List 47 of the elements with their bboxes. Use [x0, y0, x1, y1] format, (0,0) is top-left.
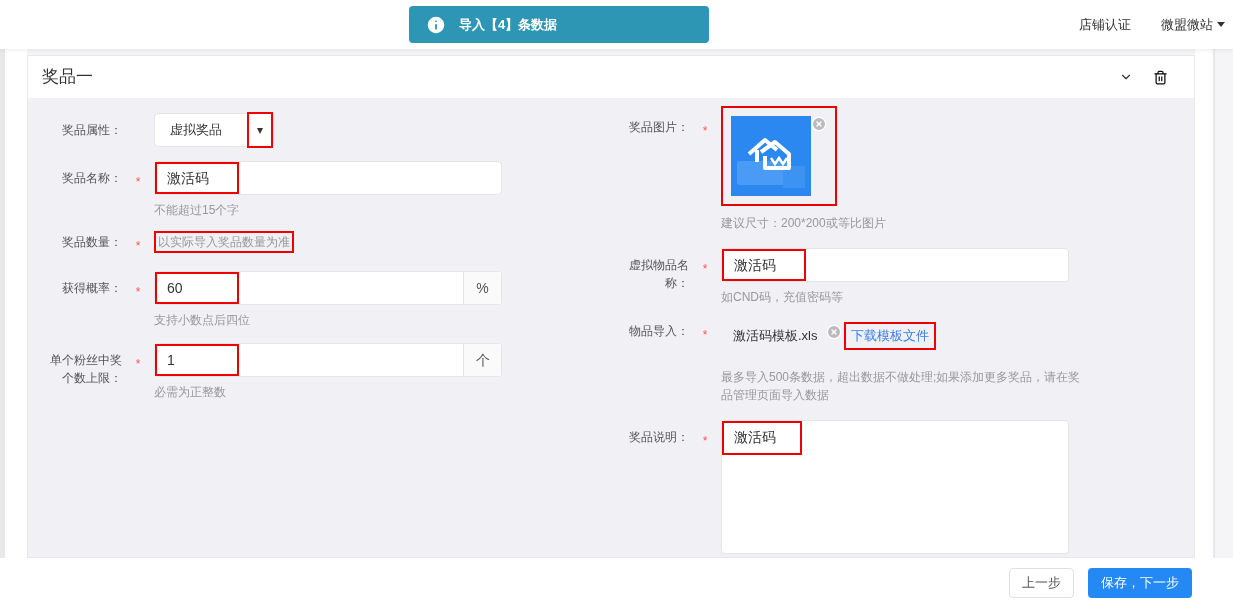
required-asterisk: *	[702, 124, 708, 138]
prize-type-select[interactable]: 虚拟奖品 ▾	[154, 113, 274, 147]
nav-link[interactable]: 微盟微站	[1161, 14, 1225, 35]
field-label: 单个粉丝中奖个数上限：	[49, 352, 122, 387]
input-field[interactable]: 60 %	[154, 271, 502, 305]
hint-text: 如CND码，充值密码等	[721, 290, 843, 304]
field-label: 奖品图片：	[628, 119, 689, 136]
description-field[interactable]: 激活码	[721, 419, 1069, 554]
save-next-button[interactable]: 保存，下一步	[1088, 568, 1192, 598]
field-label: 虚拟物品名称：	[628, 257, 689, 292]
field-value: 1	[155, 344, 239, 376]
required-asterisk: *	[135, 357, 141, 371]
hint-text: 最多导入500条数据，超出数据不做处理;如果添加更多奖品，请在奖品管理页面导入数据	[721, 369, 1081, 402]
nav-link[interactable]: 店铺认证	[1079, 14, 1131, 35]
back-button[interactable]: 上一步	[1009, 568, 1074, 598]
unit-addon: 个	[463, 344, 501, 376]
required-asterisk: *	[702, 328, 708, 342]
hint-text: 必需为正整数	[154, 385, 226, 399]
required-asterisk: *	[702, 433, 708, 448]
field-label: 物品导入：	[628, 323, 689, 340]
required-asterisk: *	[702, 262, 708, 276]
download-template-link[interactable]: 下载模板文件	[843, 322, 936, 350]
required-asterisk: *	[135, 239, 141, 253]
field-label: 奖品属性：	[61, 122, 122, 139]
hint-text: 不能超过15个字	[154, 203, 240, 217]
panel-title: 奖品一	[42, 66, 93, 89]
input-field[interactable]: 激活码	[154, 161, 502, 195]
input-field[interactable]: 1 个	[154, 343, 502, 377]
field-label: 奖品名称：	[61, 170, 122, 187]
file-name: 激活码模板.xls	[732, 327, 818, 345]
unit-addon: %	[463, 272, 501, 304]
toast-text: 导入【4】条数据	[459, 15, 558, 34]
field-value: 60	[155, 272, 239, 304]
field-value: 激活码	[722, 420, 802, 455]
hint-text: 建议尺寸：200*200或等比图片	[721, 216, 886, 230]
field-label: 奖品数量：	[61, 234, 122, 251]
field-value: 激活码	[155, 162, 239, 194]
delete-icon[interactable]	[1153, 69, 1168, 85]
info-icon	[425, 13, 447, 36]
field-value: 激活码	[722, 249, 806, 281]
input-field[interactable]: 激活码	[721, 248, 1069, 282]
required-asterisk: *	[135, 285, 141, 299]
hint-text: 以实际导入奖品数量为准	[154, 231, 294, 253]
field-label: 奖品说明：	[628, 428, 689, 446]
required-asterisk: *	[135, 175, 141, 189]
hint-text: 支持小数点后四位	[154, 313, 250, 327]
field-label: 获得概率：	[61, 280, 122, 297]
